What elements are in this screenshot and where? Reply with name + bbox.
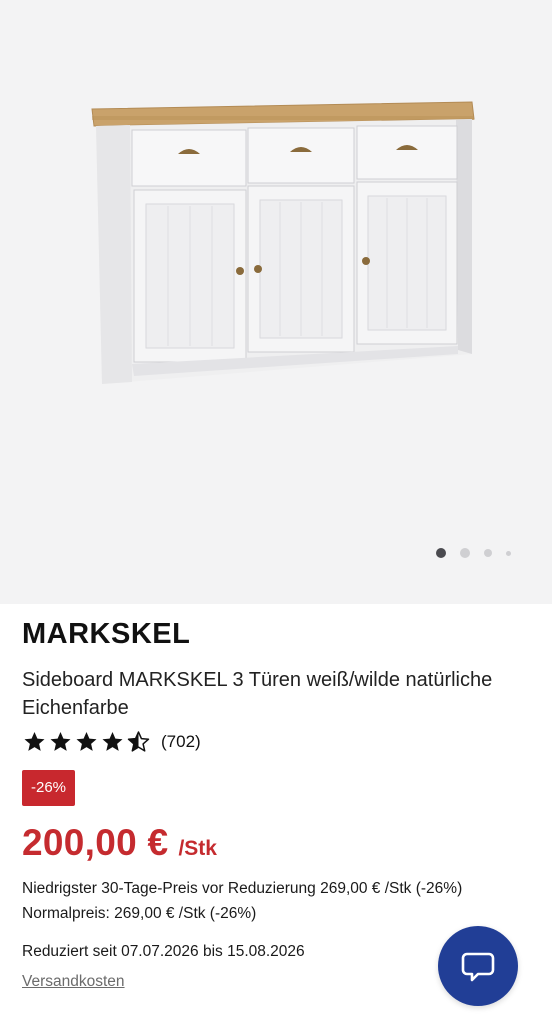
rating[interactable]: (702) bbox=[22, 730, 201, 754]
gallery-dot-active[interactable] bbox=[436, 548, 446, 558]
price: 200,00 € bbox=[22, 822, 169, 863]
price-row: 200,00 € /Stk bbox=[22, 822, 217, 864]
price-unit: /Stk bbox=[178, 837, 217, 860]
product-title: Sideboard MARKSKEL 3 Türen weiß/wilde na… bbox=[22, 669, 493, 719]
star-full-icon bbox=[50, 732, 71, 751]
normal-price-info: Normalpreis: 269,00 € /Stk (-26%) bbox=[22, 905, 257, 922]
star-full-icon bbox=[76, 732, 97, 751]
product-gallery[interactable] bbox=[0, 0, 552, 604]
lowest-price-info: Niedrigster 30-Tage-Preis vor Reduzierun… bbox=[22, 880, 463, 897]
star-full-icon bbox=[24, 732, 45, 751]
star-half-icon bbox=[127, 731, 150, 752]
reduced-period-info: Reduziert seit 07.07.2026 bis 15.08.2026 bbox=[22, 943, 305, 960]
gallery-pagination bbox=[436, 548, 511, 558]
discount-badge: -26% bbox=[22, 770, 76, 806]
gallery-dot[interactable] bbox=[484, 549, 492, 557]
gallery-dot[interactable] bbox=[460, 548, 470, 558]
shipping-costs-link[interactable]: Versandkosten bbox=[22, 973, 125, 991]
chat-button[interactable] bbox=[438, 926, 518, 1006]
rating-stars bbox=[22, 730, 151, 754]
sideboard-image bbox=[91, 101, 475, 384]
brand-name: MARKSKEL bbox=[22, 618, 191, 650]
star-full-icon bbox=[102, 732, 123, 751]
review-count: (702) bbox=[161, 732, 201, 751]
gallery-dot[interactable] bbox=[506, 550, 511, 556]
chat-bubble-icon bbox=[461, 952, 495, 982]
